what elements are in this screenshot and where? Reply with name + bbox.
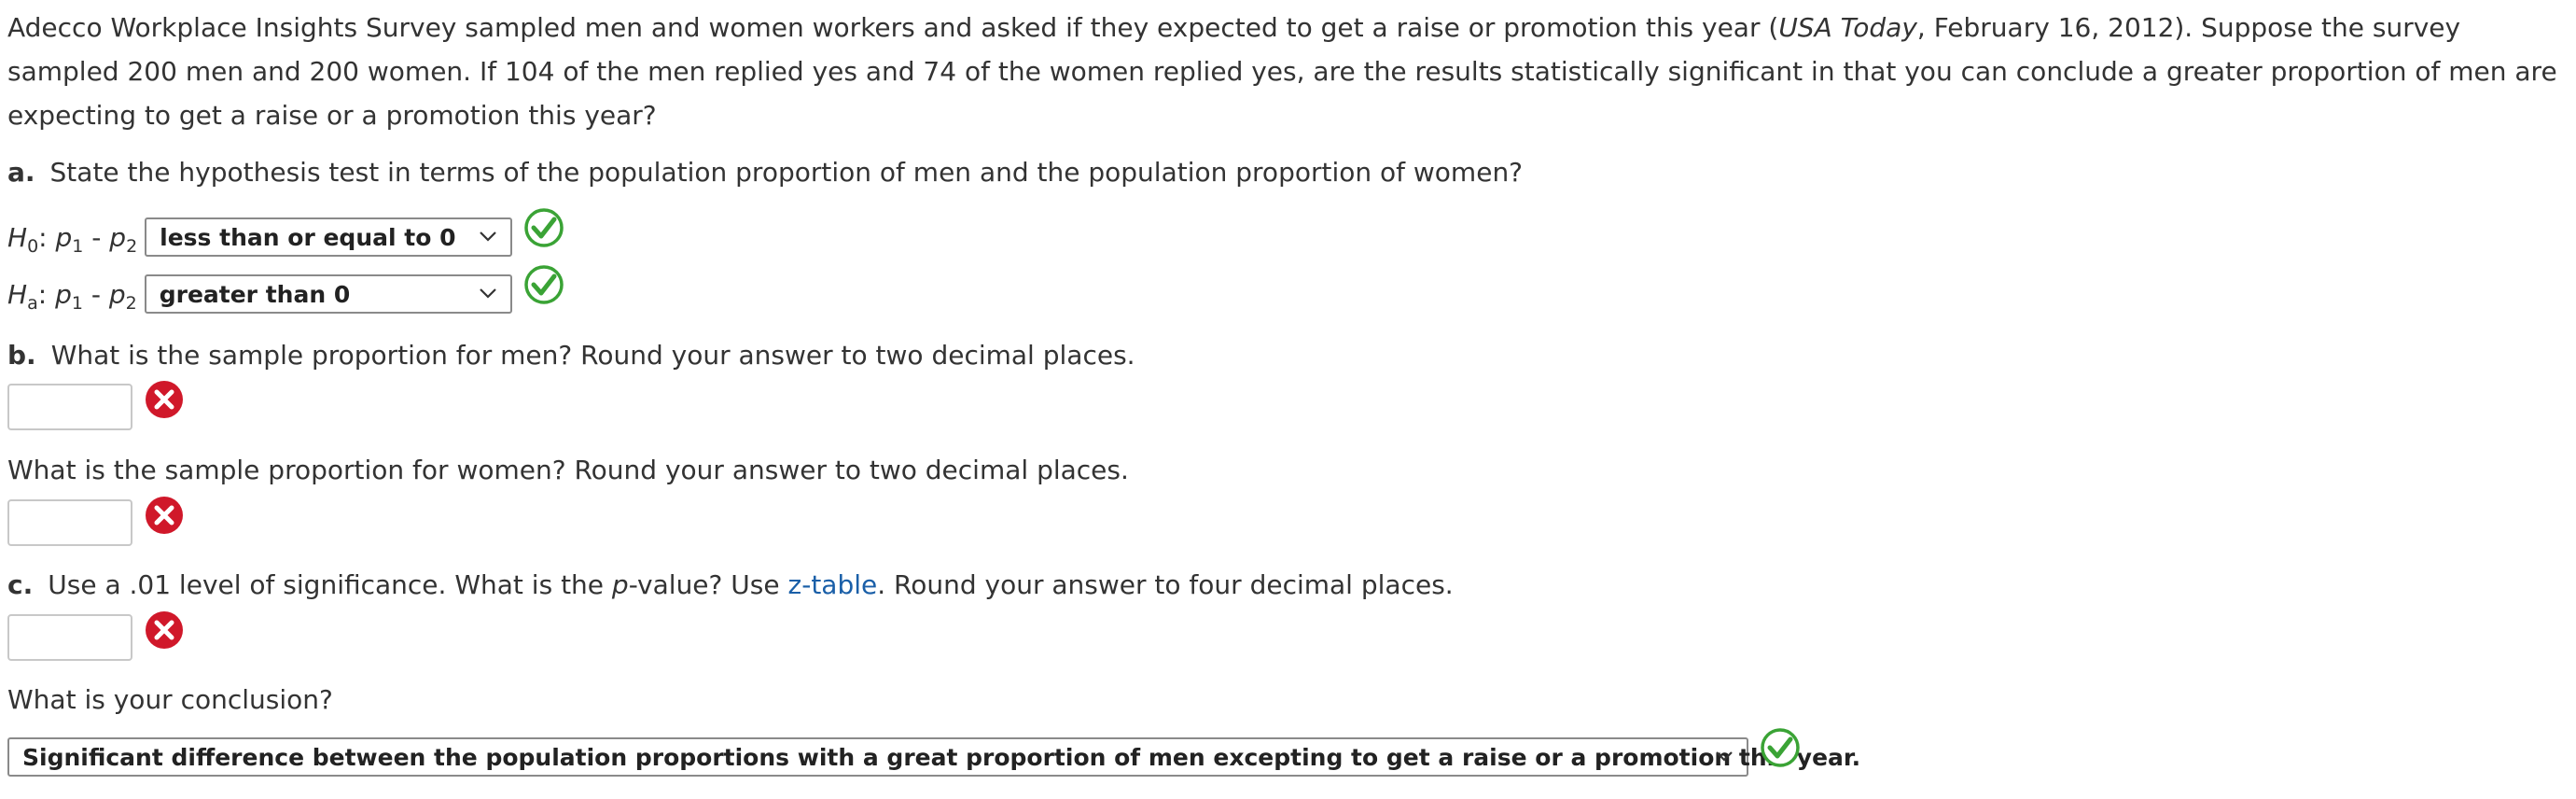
p-value-input[interactable] — [7, 614, 132, 661]
women-proportion-input[interactable] — [7, 499, 132, 546]
conclusion-select-value: Significant difference between the popul… — [22, 743, 1861, 771]
p-value-answer-row — [7, 611, 185, 661]
ha-label: Ha: p1 - p2 — [7, 278, 137, 314]
women-question-text: What is the sample proportion for women?… — [7, 455, 1129, 485]
part-c-letter: c. — [7, 569, 34, 600]
z-table-link[interactable]: z-table — [788, 569, 878, 600]
correct-check-icon — [523, 265, 564, 304]
women-answer-row — [7, 497, 185, 546]
question-page: Adecco Workplace Insights Survey sampled… — [7, 0, 2564, 777]
chevron-down-icon — [1716, 751, 1733, 762]
problem-statement: Adecco Workplace Insights Survey sampled… — [7, 12, 2557, 131]
conclusion-question-text: What is your conclusion? — [7, 684, 333, 715]
ha-row: Ha: p1 - p2 greater than 0 — [7, 265, 564, 315]
h0-label: H0: p1 - p2 — [7, 221, 138, 257]
incorrect-x-icon — [146, 611, 183, 649]
correct-check-icon — [524, 208, 564, 247]
part-b-question: b. What is the sample proportion for men?… — [7, 333, 1135, 377]
conclusion-select[interactable]: Significant difference between the popul… — [7, 737, 1860, 777]
ha-select-value: greater than 0 — [159, 280, 351, 308]
h0-select[interactable]: less than or equal to 0 — [145, 217, 513, 257]
part-b-letter: b. — [7, 340, 36, 371]
chevron-down-icon — [480, 231, 496, 242]
conclusion-question: What is your conclusion? — [7, 678, 333, 722]
conclusion-row: Significant difference between the popul… — [7, 728, 1860, 778]
source-title: USA Today — [1778, 12, 1917, 43]
incorrect-x-icon — [146, 497, 183, 534]
h0-select-value: less than or equal to 0 — [160, 223, 456, 251]
part-a-letter: a. — [7, 157, 35, 188]
correct-check-icon — [1761, 728, 1800, 767]
part-a-text: State the hypothesis test in terms of th… — [49, 157, 1524, 188]
part-b-text: What is the sample proportion for men? R… — [50, 340, 1135, 371]
incorrect-x-icon — [146, 381, 183, 418]
part-c-question: c. Use a .01 level of significance. What… — [7, 563, 1454, 607]
men-proportion-input[interactable] — [7, 384, 132, 430]
h0-row: H0: p1 - p2 less than or equal to 0 — [7, 208, 564, 258]
chevron-down-icon — [479, 288, 496, 299]
women-question: What is the sample proportion for women?… — [7, 448, 1129, 492]
part-c-text: Use a .01 level of significance. What is… — [48, 569, 1454, 600]
men-answer-row — [7, 381, 185, 430]
ha-select[interactable]: greater than 0 — [144, 274, 512, 314]
part-a-question: a. State the hypothesis test in terms of … — [7, 150, 1523, 194]
